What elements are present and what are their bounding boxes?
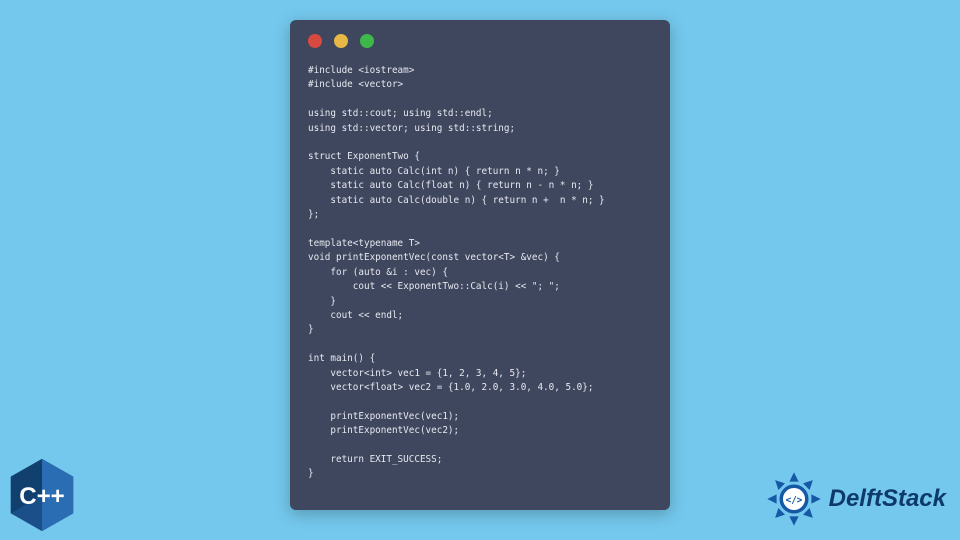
cpp-label: C++ bbox=[19, 483, 65, 510]
svg-text:</>: </> bbox=[785, 495, 802, 506]
code-block: #include <iostream> #include <vector> us… bbox=[308, 64, 652, 482]
cpp-logo: C++ bbox=[6, 456, 78, 534]
brand-name: DelftStack bbox=[829, 485, 946, 513]
brand: </> DelftStack bbox=[765, 470, 946, 528]
minimize-icon[interactable] bbox=[334, 34, 348, 48]
brand-emblem-icon: </> bbox=[765, 470, 823, 528]
code-window: #include <iostream> #include <vector> us… bbox=[290, 20, 670, 510]
window-controls bbox=[308, 34, 652, 48]
close-icon[interactable] bbox=[308, 34, 322, 48]
maximize-icon[interactable] bbox=[360, 34, 374, 48]
